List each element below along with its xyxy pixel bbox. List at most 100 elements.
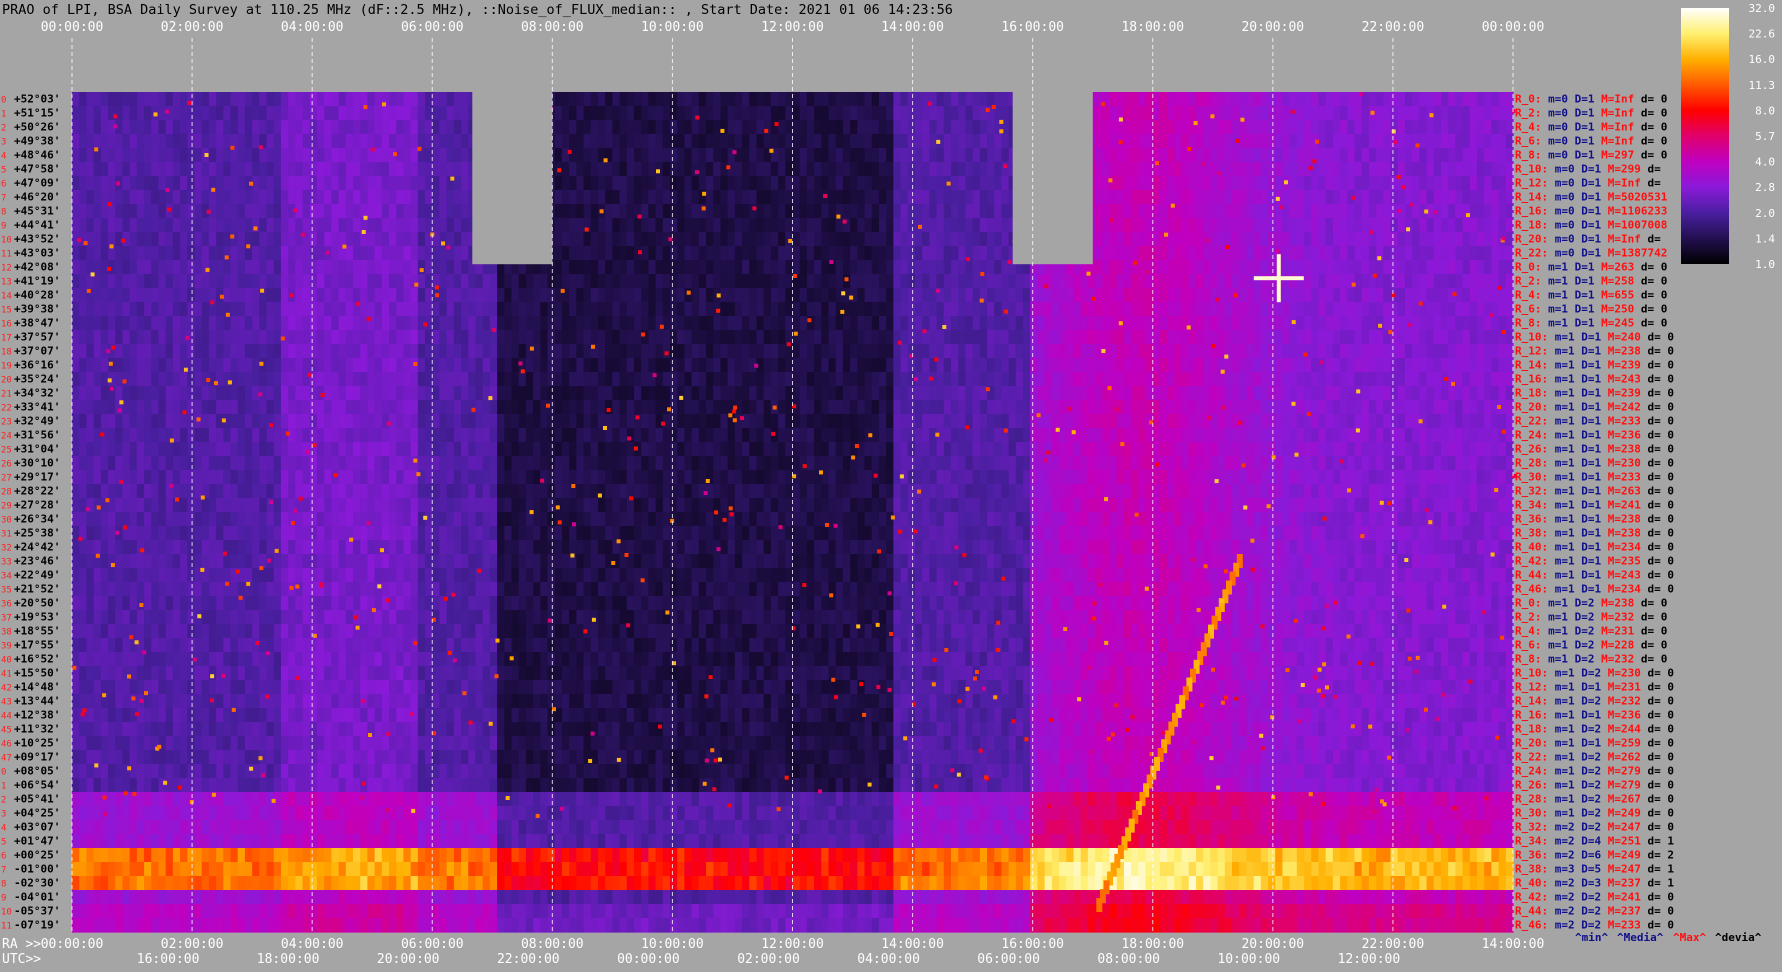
- heat-cell: [417, 554, 426, 569]
- heat-cell: [583, 862, 592, 877]
- heat-cell: [180, 484, 188, 499]
- heat-cell: [662, 274, 671, 289]
- heat-cell: [569, 470, 577, 485]
- heat-cell: [461, 708, 469, 723]
- heat-cell: [360, 456, 368, 471]
- heat-cell: [374, 260, 383, 275]
- heat-cell: [302, 134, 311, 149]
- heat-cell: [302, 680, 311, 695]
- heat-cell: [280, 722, 289, 737]
- heat-cell: [389, 316, 397, 331]
- heat-cell: [576, 162, 585, 177]
- heat-cell: [108, 638, 116, 653]
- heat-cell: [100, 876, 109, 891]
- heat-cell: [79, 218, 87, 233]
- heat-cell: [252, 456, 260, 471]
- heat-cell: [612, 666, 621, 681]
- heat-cell: [504, 708, 513, 723]
- heat-cell: [396, 624, 405, 639]
- heat-cell: [223, 834, 232, 849]
- heat-cell: [475, 498, 484, 513]
- heat-cell: [461, 190, 469, 205]
- heat-cell: [612, 806, 621, 821]
- heat-cell: [86, 750, 95, 765]
- heat-cell: [518, 778, 527, 793]
- heat-cell: [475, 890, 484, 905]
- heat-cell: [518, 694, 527, 709]
- heat-cell: [331, 554, 340, 569]
- heat-cell: [165, 470, 174, 485]
- heat-cell: [79, 652, 87, 667]
- heat-cell: [86, 680, 95, 695]
- heat-cell: [475, 512, 484, 527]
- heat-cell: [316, 876, 325, 891]
- heat-cell: [403, 512, 412, 527]
- heat-cell: [482, 904, 491, 919]
- heat-cell: [446, 862, 455, 877]
- heat-cell: [403, 554, 412, 569]
- heat-cell: [497, 470, 505, 485]
- heat-cell: [360, 568, 368, 583]
- heat-cell: [172, 316, 181, 331]
- heat-cell: [597, 904, 606, 919]
- heat-cell: [403, 498, 412, 513]
- heat-cell: [295, 386, 304, 401]
- heat-cell: [345, 246, 354, 261]
- heat-cell: [583, 120, 592, 135]
- heat-cell: [180, 680, 188, 695]
- heat-cell: [100, 134, 109, 149]
- heat-cell: [115, 204, 124, 219]
- heat-cell: [525, 596, 534, 611]
- heat-cell: [511, 358, 520, 373]
- heat-cell: [136, 190, 145, 205]
- heat-cell: [86, 176, 95, 191]
- heat-cell: [194, 344, 203, 359]
- heat-cell: [453, 806, 462, 821]
- heat-cell: [187, 386, 196, 401]
- heat-cell: [633, 134, 642, 149]
- heat-cell: [612, 316, 621, 331]
- heat-cell: [374, 540, 383, 555]
- heat-cell: [172, 554, 181, 569]
- heat-cell: [172, 638, 181, 653]
- heat-cell: [475, 372, 484, 387]
- heat-cell: [561, 274, 570, 289]
- heat-cell: [122, 652, 131, 667]
- heat-cell: [165, 918, 174, 933]
- heat-cell: [158, 344, 167, 359]
- heat-cell: [72, 190, 80, 205]
- heat-cell: [540, 428, 549, 443]
- heat-cell: [353, 148, 361, 163]
- heat-cell: [475, 526, 484, 541]
- heat-cell: [453, 680, 462, 695]
- heat-cell: [266, 708, 275, 723]
- heat-cell: [504, 890, 513, 905]
- heat-cell: [158, 890, 167, 905]
- heat-cell: [389, 834, 397, 849]
- heat-cell: [136, 456, 145, 471]
- heat-cell: [187, 638, 196, 653]
- heat-cell: [612, 736, 621, 751]
- heat-cell: [72, 652, 80, 667]
- heat-cell: [108, 694, 116, 709]
- heat-cell: [540, 862, 549, 877]
- heat-cell: [324, 512, 332, 527]
- heat-cell: [273, 848, 282, 863]
- heat-cell: [662, 862, 671, 877]
- heat-cell: [655, 274, 664, 289]
- heat-cell: [93, 484, 102, 499]
- heat-cell: [432, 162, 441, 177]
- heat-cell: [453, 120, 462, 135]
- heat-cell: [590, 414, 599, 429]
- heat-cell: [626, 386, 635, 401]
- heat-cell: [569, 176, 577, 191]
- heat-cell: [381, 680, 390, 695]
- heat-cell: [180, 554, 188, 569]
- heat-cell: [316, 820, 325, 835]
- heat-cell: [605, 568, 613, 583]
- heat-cell: [525, 428, 534, 443]
- heat-cell: [259, 890, 268, 905]
- heat-cell: [439, 666, 448, 681]
- heat-cell: [122, 540, 131, 555]
- heat-cell: [129, 568, 138, 583]
